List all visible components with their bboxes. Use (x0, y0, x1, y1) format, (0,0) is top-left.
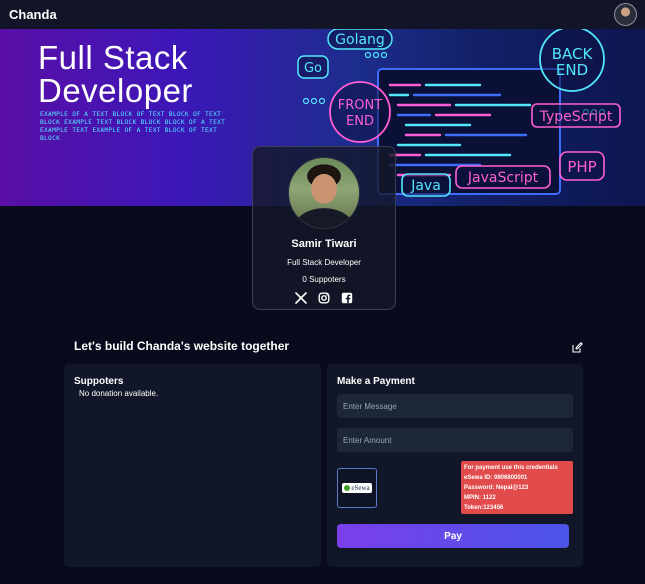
front-end-tag-line1: FRONT (338, 98, 382, 113)
typescript-tag: TypeScript (539, 109, 613, 125)
payment-panel: Make a Payment eSewa For payment use thi… (327, 364, 583, 567)
edit-icon[interactable] (572, 340, 583, 353)
supporters-panel: Suppoters No donation available. (64, 364, 321, 567)
payment-title: Make a Payment (337, 376, 415, 387)
profile-name: Samir Tiwari (291, 238, 357, 250)
go-tag: Go (304, 61, 322, 76)
profile-card: Samir Tiwari Full Stack Developer 0 Supp… (252, 146, 396, 310)
credentials-mpin: MPIN: 1122 (464, 495, 496, 501)
credentials-password: Password: Nepal@123 (464, 485, 529, 491)
back-end-tag-line2: END (556, 61, 588, 79)
amount-input[interactable] (337, 428, 573, 452)
user-avatar[interactable] (614, 3, 637, 26)
instagram-icon[interactable] (318, 292, 330, 304)
no-donation-message: No donation available. (79, 389, 159, 398)
supporters-count: 0 Suppoters (302, 275, 346, 284)
java-tag: Java (410, 178, 441, 194)
payment-credentials-note: For payment use this credentials eSewa I… (461, 461, 573, 514)
javascript-tag: JavaScript (467, 170, 539, 186)
golang-tag: Golang (335, 32, 385, 48)
profile-role: Full Stack Developer (287, 258, 361, 267)
esewa-logo-mark-icon (344, 485, 351, 491)
top-navbar: Chanda (0, 0, 645, 29)
front-end-tag-line2: END (346, 114, 374, 129)
social-links (295, 292, 353, 304)
facebook-icon[interactable] (341, 292, 353, 304)
esewa-payment-option[interactable]: eSewa (337, 468, 377, 508)
supporters-title: Suppoters (74, 376, 124, 387)
banner-blurb: EXAMPLE OF A TEXT BLOCK OF TEXT BLOCK OF… (40, 111, 226, 142)
profile-photo (288, 157, 360, 229)
x-twitter-icon[interactable] (295, 292, 307, 304)
banner-title: Full Stack Developer (38, 39, 193, 109)
credentials-token: Token:123456 (464, 505, 504, 511)
esewa-logo: eSewa (342, 483, 372, 493)
credentials-heading: For payment use this credentials (464, 465, 558, 471)
page-heading: Let's build Chanda's website together (74, 339, 290, 353)
esewa-logo-text: eSewa (351, 484, 370, 492)
pay-button[interactable]: Pay (337, 524, 569, 548)
credentials-esewa-id: eSewa ID: 9806800001 (464, 475, 528, 481)
message-input[interactable] (337, 394, 573, 418)
php-tag: PHP (567, 158, 596, 176)
brand-logo-text[interactable]: Chanda (9, 7, 57, 22)
